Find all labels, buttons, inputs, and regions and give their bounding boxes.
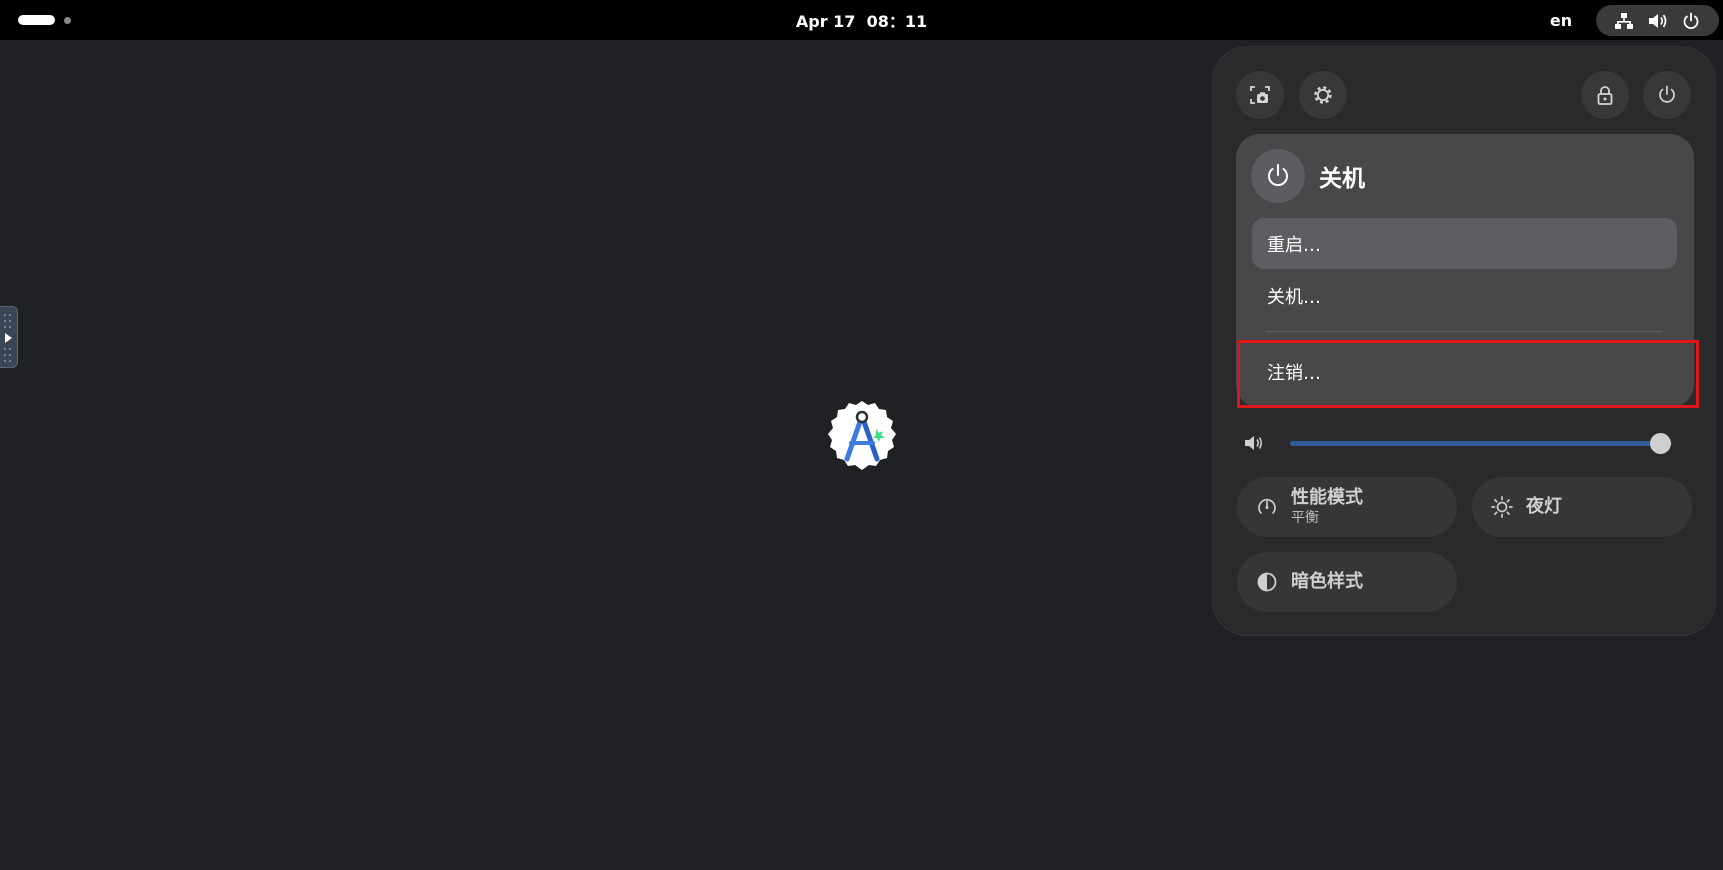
drag-handle-dots-icon [4,314,12,362]
dark-style-icon [1255,570,1279,594]
night-light-sun-icon [1490,495,1514,519]
volume-slider-knob[interactable] [1650,433,1672,454]
system-status-menu[interactable] [1596,5,1719,36]
settings-gear-icon [1314,86,1332,104]
power-icon [1680,10,1702,32]
power-profile-icon [1255,495,1279,519]
top-bar: Apr 17 08：11 en [0,0,1723,40]
lock-screen-button[interactable] [1581,71,1629,119]
network-wired-icon [1613,10,1635,32]
screenshot-button[interactable] [1236,71,1284,119]
power-mode-title: 性能模式 [1291,487,1363,508]
power-icon [1659,85,1675,103]
power-menu-title: 关机 [1319,166,1365,192]
volume-slider[interactable] [1290,441,1672,446]
workspace-indicator[interactable] [18,15,71,25]
screenshot-icon [1250,86,1270,104]
side-panel-handle[interactable] [0,306,18,368]
power-menu-button[interactable] [1643,71,1691,119]
keyboard-layout-indicator[interactable]: en [1540,0,1582,40]
volume-icon[interactable] [1241,432,1267,454]
power-menu-header-icon [1251,149,1305,203]
dark-style-title: 暗色样式 [1291,571,1363,592]
power-mode-subtitle: 平衡 [1291,510,1319,526]
android-studio-app-icon[interactable] [825,399,899,473]
lock-icon [1597,86,1613,105]
clock-container: Apr 17 08：11 [0,0,1723,40]
volume-slider-fill [1290,441,1661,446]
power-off-menu-item[interactable]: 关机… [1252,270,1677,321]
workspace-active-pill[interactable] [18,15,55,25]
night-light-toggle[interactable]: 夜灯 [1472,477,1692,537]
night-light-title: 夜灯 [1526,496,1562,517]
clock-datetime[interactable]: Apr 17 08：11 [796,8,927,32]
menu-separator [1266,331,1662,332]
speaker-volume-icon [1647,10,1669,32]
restart-menu-item[interactable]: 重启… [1252,218,1677,269]
dark-style-toggle[interactable]: 暗色样式 [1237,552,1457,612]
highlight-annotation-box [1237,340,1699,408]
power-mode-toggle[interactable]: 性能模式 平衡 [1237,477,1457,537]
settings-button[interactable] [1299,71,1347,119]
power-icon [1268,164,1288,187]
workspace-dot[interactable] [64,16,71,24]
